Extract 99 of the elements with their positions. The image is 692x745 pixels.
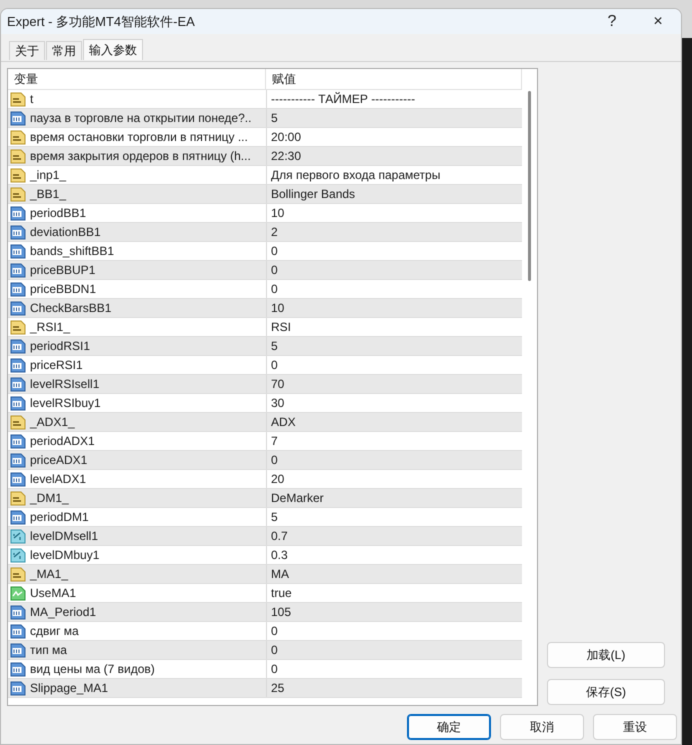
parameter-value[interactable]: 30 — [267, 394, 522, 412]
parameter-value[interactable]: 20:00 — [267, 128, 522, 146]
parameter-name: вид цены ма (7 видов) — [30, 662, 155, 676]
integer-type-icon — [10, 300, 26, 316]
parameter-name: _MA1_ — [30, 567, 68, 581]
parameter-value[interactable]: 0 — [267, 280, 522, 298]
parameter-name: Slippage_MA1 — [30, 681, 108, 695]
parameter-name: пауза в торговле на открытии понеде?.. — [30, 111, 252, 125]
integer-type-icon — [10, 376, 26, 392]
string-type-icon — [10, 148, 26, 164]
parameter-name: priceRSI1 — [30, 358, 83, 372]
integer-type-icon — [10, 338, 26, 354]
parameter-value[interactable]: 5 — [267, 337, 522, 355]
integer-type-icon — [10, 642, 26, 658]
parameter-value[interactable]: 0 — [267, 622, 522, 640]
save-button[interactable]: 保存(S) — [547, 679, 665, 705]
parameter-value[interactable]: 25 — [267, 679, 522, 697]
parameter-value[interactable]: 0 — [267, 242, 522, 260]
parameter-name: _RSI1_ — [30, 320, 70, 334]
fraction-type-icon — [10, 528, 26, 544]
tab[interactable]: 关于 — [9, 41, 45, 60]
dialog-button[interactable]: 重设 — [593, 714, 677, 740]
string-type-icon — [10, 414, 26, 430]
parameter-name: _DM1_ — [30, 491, 69, 505]
parameter-value[interactable]: 20 — [267, 470, 522, 488]
parameter-name: UseMA1 — [30, 586, 76, 600]
load-button[interactable]: 加载(L) — [547, 642, 665, 668]
parameter-value[interactable]: ----------- ТАЙМЕР ----------- — [267, 90, 522, 108]
parameter-value[interactable]: 10 — [267, 299, 522, 317]
parameter-name: levelADX1 — [30, 472, 86, 486]
fraction-type-icon — [10, 548, 26, 562]
dialog-button[interactable]: 取消 — [500, 714, 584, 740]
string-type-icon — [10, 130, 26, 144]
parameter-name: CheckBarsBB1 — [30, 301, 112, 315]
parameter-value[interactable]: 22:30 — [267, 147, 522, 165]
parameter-value[interactable]: 2 — [267, 223, 522, 241]
parameter-value[interactable]: Для первого входа параметры — [267, 166, 522, 184]
integer-type-icon — [10, 604, 26, 620]
parameter-value[interactable]: 0 — [267, 660, 522, 678]
parameter-name: время закрытия ордеров в пятницу (h... — [30, 149, 251, 163]
parameter-name: тип ма — [30, 643, 67, 657]
parameter-name: levelDMbuy1 — [30, 548, 100, 562]
parameter-value[interactable]: 0.7 — [267, 527, 522, 545]
parameter-name: _ADX1_ — [30, 415, 75, 429]
parameter-name: _BB1_ — [30, 187, 66, 201]
parameter-value[interactable]: MA — [267, 565, 522, 583]
integer-type-icon — [10, 452, 26, 468]
parameter-name: levelRSIsell1 — [30, 377, 100, 391]
string-type-icon — [10, 566, 26, 582]
parameter-name: levelRSIbuy1 — [30, 396, 101, 410]
window-title: Expert - 多功能MT4智能软件-EA — [7, 12, 196, 30]
parameter-name: _inp1_ — [30, 168, 66, 182]
integer-type-icon — [10, 224, 26, 240]
string-type-icon — [10, 168, 26, 182]
integer-type-icon — [10, 680, 26, 696]
parameter-name: t — [30, 92, 34, 106]
scrollbar-thumb[interactable] — [528, 91, 531, 281]
parameter-value[interactable]: Bollinger Bands — [267, 185, 522, 203]
tab[interactable]: 常用 — [46, 41, 82, 60]
parameter-value[interactable]: 0 — [267, 451, 522, 469]
column-header[interactable]: 变量 — [8, 69, 266, 89]
parameter-value[interactable]: ADX — [267, 413, 522, 431]
parameter-name: deviationBB1 — [30, 225, 101, 239]
parameter-value[interactable]: true — [267, 584, 522, 602]
parameter-name: priceADX1 — [30, 453, 88, 467]
parameter-value[interactable]: 105 — [267, 603, 522, 621]
parameter-value[interactable]: 0 — [267, 641, 522, 659]
integer-type-icon — [10, 110, 26, 126]
parameter-value[interactable]: 10 — [267, 204, 522, 222]
parameter-name: bands_shiftBB1 — [30, 244, 114, 258]
parameter-value[interactable]: 5 — [267, 508, 522, 526]
string-type-icon — [10, 490, 26, 506]
parameter-name: periodRSI1 — [30, 339, 90, 353]
integer-type-icon — [10, 262, 26, 278]
parameter-name: levelDMsell1 — [30, 529, 98, 543]
parameter-value[interactable]: 5 — [267, 109, 522, 127]
parameter-value[interactable]: 0 — [267, 261, 522, 279]
tab[interactable]: 输入参数 — [83, 39, 143, 60]
parameter-name: periodADX1 — [30, 434, 95, 448]
dialog-button[interactable]: 确定 — [407, 714, 491, 740]
column-header[interactable]: 赋值 — [266, 69, 522, 89]
parameter-name: сдвиг ма — [30, 624, 79, 638]
string-type-icon — [10, 320, 26, 334]
parameter-name: priceBBUP1 — [30, 263, 96, 277]
string-type-icon — [10, 92, 26, 106]
parameter-value[interactable]: 0.3 — [267, 546, 522, 564]
parameter-value[interactable]: 0 — [267, 356, 522, 374]
parameter-name: MA_Period1 — [30, 605, 96, 619]
parameter-value[interactable]: DeMarker — [267, 489, 522, 507]
string-type-icon — [10, 186, 26, 202]
parameter-value[interactable]: RSI — [267, 318, 522, 336]
parameter-value[interactable]: 70 — [267, 375, 522, 393]
help-button[interactable]: ? — [589, 9, 635, 34]
parameter-name: priceBBDN1 — [30, 282, 96, 296]
parameter-name: время остановки торговли в пятницу ... — [30, 130, 248, 144]
parameter-name: periodBB1 — [30, 206, 86, 220]
parameter-value[interactable]: 7 — [267, 432, 522, 450]
parameter-name: periodDM1 — [30, 510, 89, 524]
close-button[interactable]: × — [635, 9, 681, 34]
